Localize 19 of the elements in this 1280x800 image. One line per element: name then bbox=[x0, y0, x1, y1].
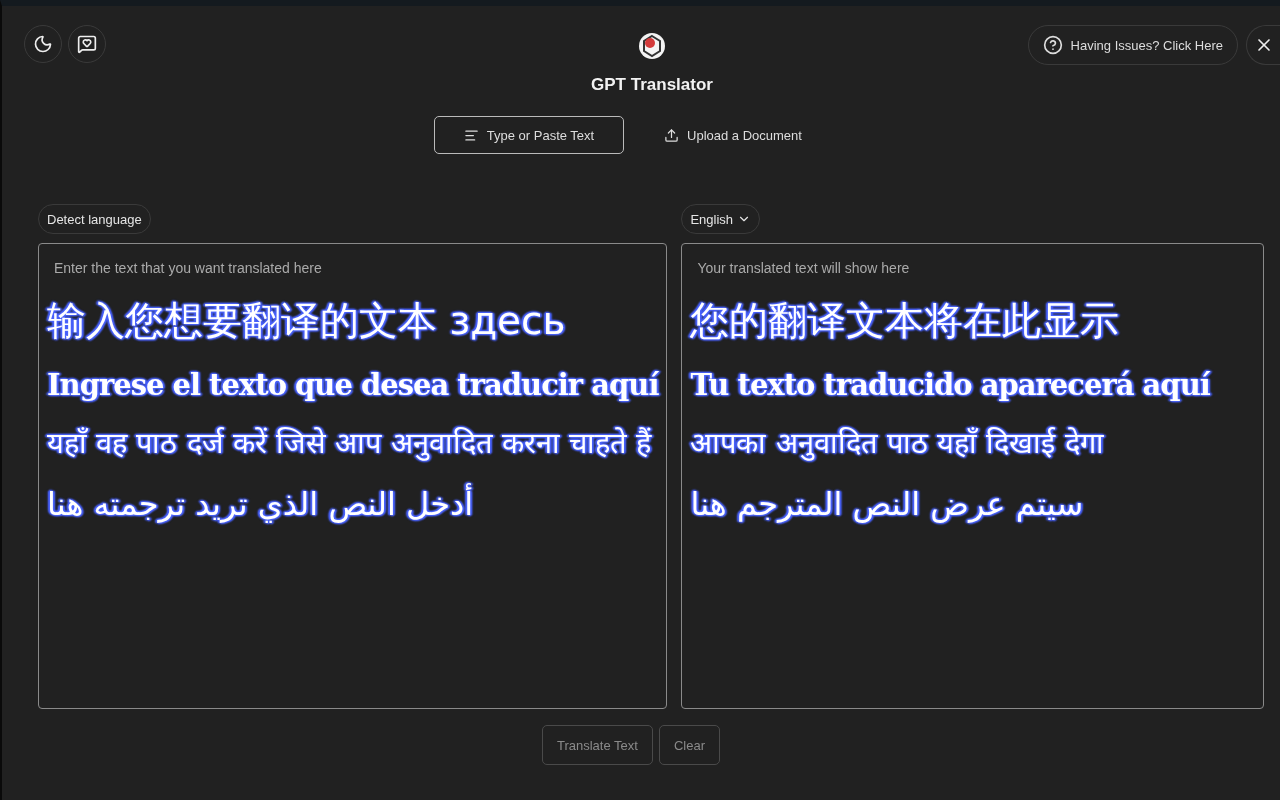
app-title: GPT Translator bbox=[591, 75, 713, 95]
overlay-caption: Ingrese el texto que desea traducir aquí bbox=[47, 368, 659, 402]
upload-icon bbox=[664, 127, 680, 143]
mode-tab[interactable]: Upload a Document bbox=[638, 116, 828, 154]
overlay-caption: أدخل النص الذي تريد ترجمته هنا bbox=[47, 485, 474, 523]
overlay-caption: سيتم عرض النص المترجم هنا bbox=[690, 485, 1084, 523]
source-input-field[interactable]: Enter the text that you want translated here bbox=[47, 260, 659, 282]
help-icon bbox=[1042, 35, 1063, 55]
lines-icon bbox=[463, 127, 479, 143]
overlay-caption: यहाँ वह पाठ दर्ज करें जिसे आप अनुवादित करना चाहते हैं bbox=[47, 425, 653, 461]
overlay-caption: 输入您想要翻译的文本 здесь bbox=[47, 297, 567, 345]
feedback-icon bbox=[77, 34, 97, 54]
moon-icon bbox=[33, 34, 53, 54]
overlay-caption: आपका अनुवादित पाठ यहाँ दिखाई देगा bbox=[690, 425, 1105, 461]
overlay-caption: Tu texto traducido aparecerá aquí bbox=[690, 368, 1211, 402]
output-field[interactable]: Your translated text will show here bbox=[690, 260, 1255, 282]
logo-icon bbox=[637, 31, 667, 61]
overlay-caption: 您的翻译文本将在此显示 bbox=[690, 297, 1121, 345]
mode-tab[interactable]: Type or Paste Text bbox=[434, 116, 624, 154]
